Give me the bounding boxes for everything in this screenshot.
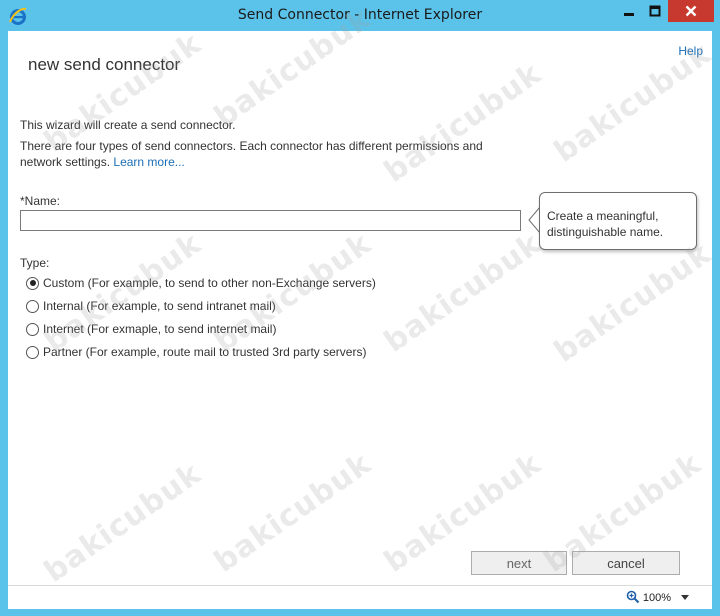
intro-text: This wizard will create a send connector… (20, 118, 236, 132)
cancel-button[interactable]: cancel (572, 551, 680, 575)
status-bar: 100% (8, 585, 712, 609)
radio-button[interactable] (26, 299, 39, 313)
description-body: There are four types of send connectors.… (20, 139, 483, 169)
name-label: *Name: (20, 194, 61, 208)
radio-button-selected[interactable] (26, 276, 39, 290)
next-button[interactable]: next (471, 551, 567, 575)
wizard-content: Help new send connector This wizard will… (8, 1, 718, 590)
radio-label-internal: Internal (For example, to send intranet … (43, 299, 276, 313)
type-label: Type: (20, 256, 50, 270)
name-tooltip: Create a meaningful, distinguishable nam… (539, 192, 697, 250)
title-bar: Send Connector - Internet Explorer (0, 0, 720, 31)
minimize-icon (623, 5, 635, 17)
learn-more-link[interactable]: Learn more... (113, 155, 184, 169)
browser-window: Send Connector - Internet Explorer Help … (0, 0, 720, 616)
page-title: new send connector (28, 55, 181, 74)
radio-label-internet: Internet (For exmaple, to send internet … (43, 322, 277, 336)
window-title: Send Connector - Internet Explorer (237, 7, 483, 23)
maximize-button[interactable] (642, 0, 668, 22)
chevron-down-icon[interactable] (681, 592, 692, 604)
help-link[interactable]: Help (678, 44, 703, 58)
radio-label-partner: Partner (For example, route mail to trus… (43, 345, 367, 359)
watermark: bakicubuk (38, 226, 208, 360)
radio-button[interactable] (26, 322, 39, 336)
close-icon (685, 5, 697, 17)
tooltip-text: Create a meaningful, distinguishable nam… (547, 209, 664, 239)
watermark: bakicubuk (208, 226, 378, 360)
name-input[interactable] (20, 210, 521, 231)
watermark: bakicubuk (548, 236, 718, 370)
close-button[interactable] (668, 0, 714, 22)
radio-button[interactable] (26, 345, 39, 359)
maximize-icon (649, 5, 661, 17)
radio-partner[interactable]: Partner (For example, route mail to trus… (26, 343, 366, 361)
zoom-level: 100% (642, 592, 671, 604)
watermark: bakicubuk (38, 456, 208, 590)
radio-custom[interactable]: Custom (For example, to send to other no… (26, 274, 376, 292)
radio-internet[interactable]: Internet (For exmaple, to send internet … (26, 320, 276, 338)
radio-internal[interactable]: Internal (For example, to send intranet … (26, 297, 276, 315)
watermark: bakicubuk (208, 446, 378, 580)
watermark: bakicubuk (378, 226, 548, 360)
radio-label-custom: Custom (For example, to send to other no… (43, 276, 376, 290)
zoom-control[interactable]: 100% (626, 590, 692, 606)
description-text: There are four types of send connectors.… (20, 138, 490, 170)
zoom-icon (626, 590, 643, 607)
minimize-button[interactable] (616, 0, 642, 22)
